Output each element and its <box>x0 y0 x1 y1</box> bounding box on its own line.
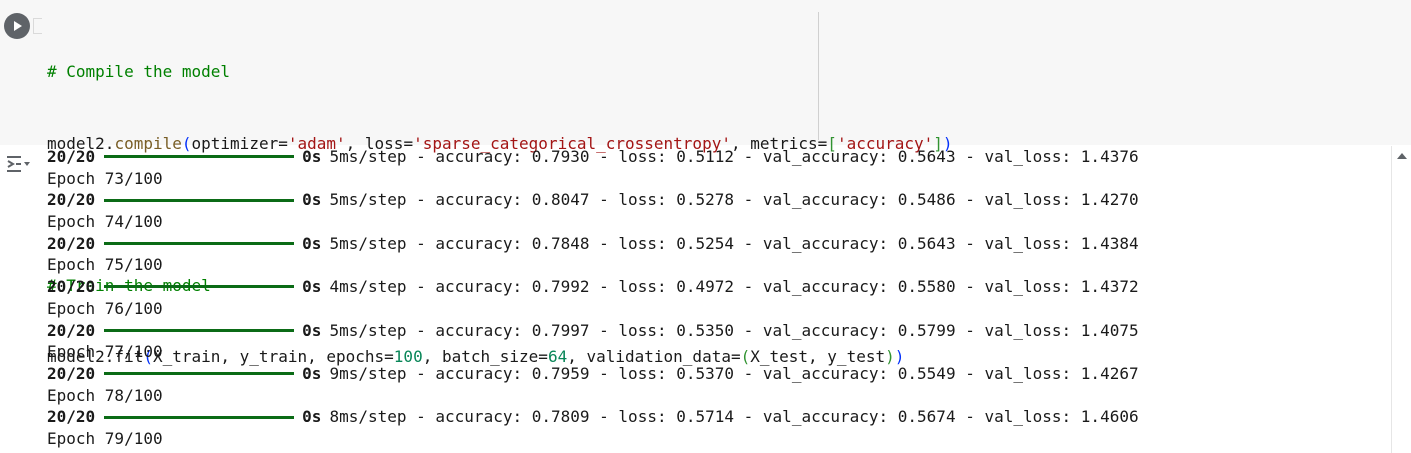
step-counter: 20/20 <box>47 147 96 166</box>
elapsed-time: 0s <box>302 407 322 427</box>
step-counter: 20/20 <box>47 233 96 253</box>
play-icon <box>14 21 22 31</box>
progress-bar <box>104 242 295 246</box>
scroll-up-arrow-icon[interactable] <box>1397 153 1407 159</box>
epoch-label: Epoch 75/100 <box>47 255 163 275</box>
epoch-label: Epoch 77/100 <box>47 342 163 362</box>
epoch-line: Epoch 74/100 <box>47 211 1391 233</box>
metrics-text: 5ms/step - accuracy: 0.7997 - loss: 0.53… <box>329 320 1139 340</box>
training-step-line: 20/20 0s 5ms/step - accuracy: 0.8047 - los… <box>47 189 1391 211</box>
metrics-text: 5ms/step - accuracy: 0.8047 - loss: 0.52… <box>329 190 1139 210</box>
training-step-line: 20/20 0s 9ms/step - accuracy: 0.7959 - los… <box>47 363 1391 385</box>
metrics-text: 8ms/step - accuracy: 0.7809 - loss: 0.57… <box>329 407 1139 427</box>
cell-output: 20/20 0s 5ms/step - accuracy: 0.7930 - los… <box>47 146 1391 453</box>
progress-bar <box>104 415 295 419</box>
elapsed-time: 0s <box>302 233 322 253</box>
code-line: # Compile the model <box>47 60 953 84</box>
epoch-line: Epoch 79/100 <box>47 428 1391 450</box>
metrics-text: 5ms/step - accuracy: 0.7930 - loss: 0.51… <box>329 147 1139 166</box>
epoch-label: Epoch 73/100 <box>47 168 163 188</box>
epoch-label: Epoch 78/100 <box>47 385 163 405</box>
training-step-line: 20/20 0s 4ms/step - accuracy: 0.7992 - los… <box>47 276 1391 298</box>
elapsed-time: 0s <box>302 320 322 340</box>
epoch-label: Epoch 76/100 <box>47 298 163 318</box>
step-counter: 20/20 <box>47 277 96 297</box>
run-cell-button[interactable] <box>4 13 30 39</box>
epoch-line: Epoch 75/100 <box>47 254 1391 276</box>
progress-bar <box>104 285 295 289</box>
metrics-text: 9ms/step - accuracy: 0.7959 - loss: 0.53… <box>329 363 1139 383</box>
step-counter: 20/20 <box>47 190 96 210</box>
metrics-text: 5ms/step - accuracy: 0.7848 - loss: 0.52… <box>329 233 1139 253</box>
step-counter: 20/20 <box>47 320 96 340</box>
step-counter: 20/20 <box>47 363 96 383</box>
metrics-text: 4ms/step - accuracy: 0.7992 - loss: 0.49… <box>329 277 1139 297</box>
notebook-cell: # Compile the model model2.compile(optim… <box>0 0 1411 453</box>
elapsed-time: 0s <box>302 190 322 210</box>
code-comment: # Compile the model <box>47 62 231 82</box>
training-step-line: 20/20 0s 8ms/step - accuracy: 0.7809 - los… <box>47 406 1391 428</box>
code-editor[interactable]: # Compile the model model2.compile(optim… <box>0 0 1411 366</box>
progress-bar <box>104 372 295 376</box>
elapsed-time: 0s <box>302 147 322 166</box>
progress-bar <box>104 198 295 202</box>
training-step-line: 20/20 0s 5ms/step - accuracy: 0.7930 - los… <box>47 146 1391 168</box>
training-step-line: 20/20 0s 5ms/step - accuracy: 0.7997 - los… <box>47 320 1391 342</box>
elapsed-time: 0s <box>302 277 322 297</box>
progress-bar <box>104 155 295 159</box>
step-counter: 20/20 <box>47 407 96 427</box>
elapsed-time: 0s <box>302 363 322 383</box>
epoch-line: Epoch 77/100 <box>47 341 1391 363</box>
output-scrollbar[interactable] <box>1391 146 1411 453</box>
output-toggle-button[interactable] <box>4 152 32 176</box>
epoch-label: Epoch 79/100 <box>47 428 163 448</box>
output-toggle-icon <box>7 156 30 172</box>
epoch-line: Epoch 73/100 <box>47 168 1391 190</box>
epoch-line: Epoch 76/100 <box>47 298 1391 320</box>
training-step-line: 20/20 0s 5ms/step - accuracy: 0.7848 - los… <box>47 233 1391 255</box>
epoch-line: Epoch 78/100 <box>47 385 1391 407</box>
execution-count-bracket <box>33 18 42 34</box>
progress-bar <box>104 328 295 332</box>
epoch-label: Epoch 74/100 <box>47 212 163 232</box>
